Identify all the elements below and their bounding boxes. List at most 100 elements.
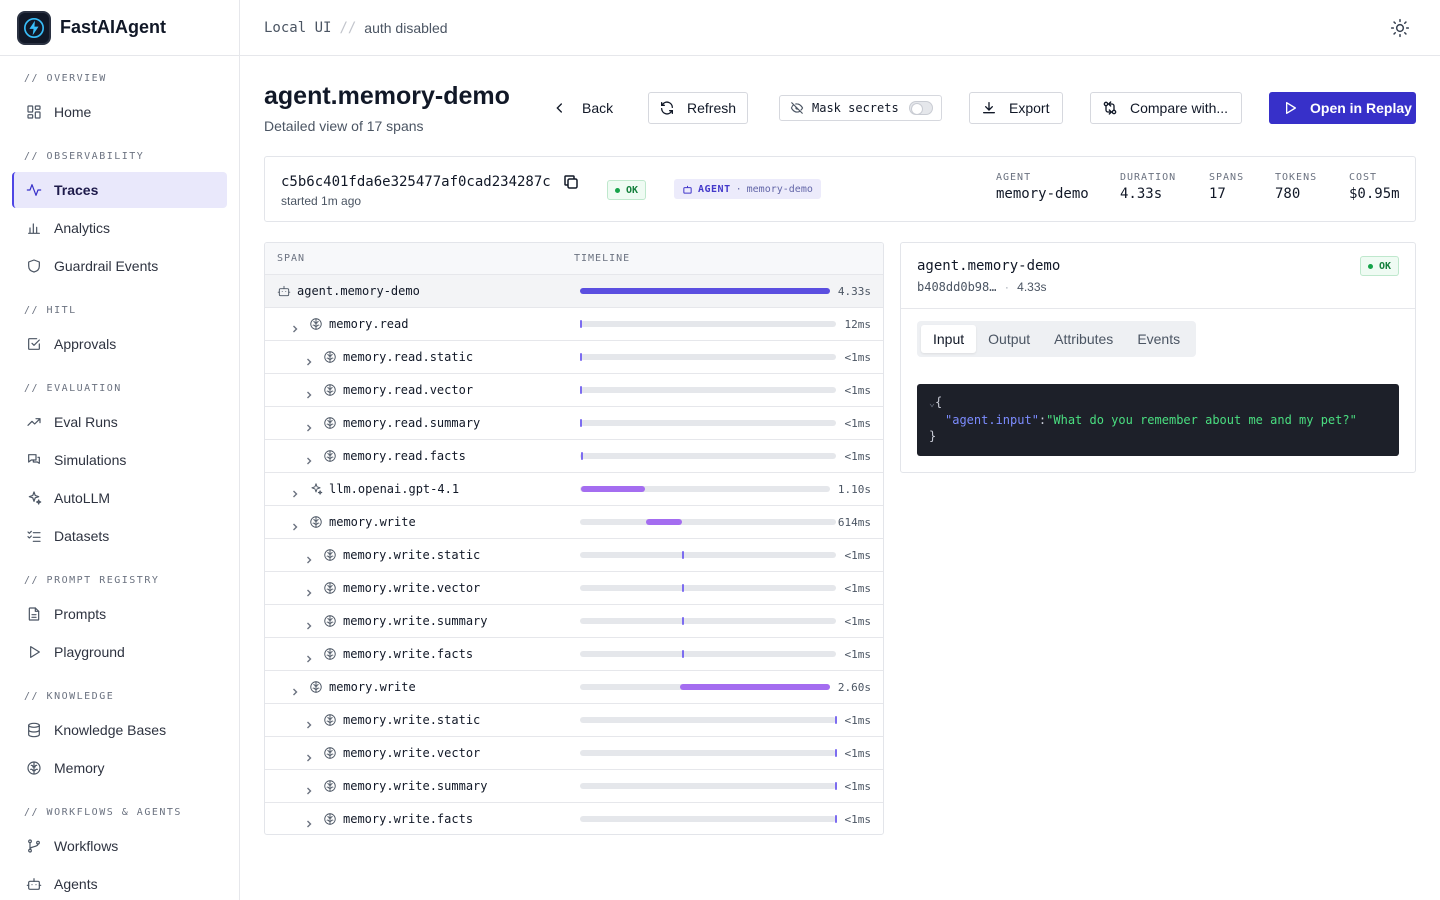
- open-in-replay-button[interactable]: Open in Replay: [1269, 92, 1416, 124]
- chevron-right-icon[interactable]: [305, 716, 313, 729]
- span-row[interactable]: memory.read.summary <1ms: [265, 407, 883, 440]
- export-button[interactable]: Export: [969, 92, 1063, 124]
- input-json-viewer[interactable]: ⌄{ "agent.input":"What do you remember a…: [917, 384, 1399, 456]
- theme-toggle-sun-icon[interactable]: [1390, 18, 1410, 38]
- sidebar-item-memory[interactable]: Memory: [12, 750, 227, 786]
- timeline-track: [580, 650, 836, 658]
- chevron-right-icon[interactable]: [305, 551, 313, 564]
- app-name: FastAIAgent: [60, 17, 167, 37]
- sidebar-item-workflows[interactable]: Workflows: [12, 828, 227, 864]
- brain-icon: [323, 746, 337, 760]
- span-row[interactable]: memory.write.vector <1ms: [265, 737, 883, 770]
- sidebar-item-agents[interactable]: Agents: [12, 866, 227, 900]
- back-button[interactable]: Back: [548, 92, 620, 124]
- sidebar-item-playground[interactable]: Playground: [12, 634, 227, 670]
- meta-value: 4.33s: [1120, 186, 1163, 202]
- chevron-right-icon[interactable]: [291, 485, 299, 498]
- sidebar-item-label: Workflows: [54, 838, 119, 854]
- meta-duration: DURATION 4.33s: [1120, 172, 1176, 202]
- timeline-track: [580, 716, 837, 724]
- timeline-track: [580, 815, 837, 823]
- span-row[interactable]: memory.read 12ms: [265, 308, 883, 341]
- sidebar-item-home[interactable]: Home: [12, 94, 227, 130]
- span-duration: <1ms: [844, 648, 872, 661]
- mask-secrets-switch[interactable]: [908, 101, 933, 115]
- check-square-icon: [26, 336, 54, 352]
- timeline-bar: [580, 386, 582, 394]
- sidebar-item-datasets[interactable]: Datasets: [12, 518, 227, 554]
- breadcrumb-separator: //: [339, 19, 357, 36]
- chevron-right-icon[interactable]: [291, 320, 299, 333]
- chevron-right-icon[interactable]: [291, 683, 299, 696]
- tab-attributes[interactable]: Attributes: [1042, 325, 1125, 353]
- brand[interactable]: FastAIAgent: [0, 0, 239, 56]
- timeline-bar: [646, 519, 682, 525]
- span-row[interactable]: memory.write.static <1ms: [265, 704, 883, 737]
- span-row[interactable]: memory.read.facts <1ms: [265, 440, 883, 473]
- span-row[interactable]: llm.openai.gpt-4.1 1.10s: [265, 473, 883, 506]
- meta-value: memory-demo: [996, 186, 1089, 202]
- chevron-right-icon[interactable]: [305, 782, 313, 795]
- span-row[interactable]: agent.memory-demo 4.33s: [265, 275, 883, 308]
- span-name: memory.write.summary: [343, 614, 488, 628]
- bot-icon: [683, 185, 692, 194]
- span-row[interactable]: memory.write 614ms: [265, 506, 883, 539]
- span-row[interactable]: memory.write 2.60s: [265, 671, 883, 704]
- span-row[interactable]: memory.write.vector <1ms: [265, 572, 883, 605]
- span-name: memory.write.static: [343, 713, 481, 727]
- chevron-right-icon[interactable]: [305, 419, 313, 432]
- span-name: memory.read.static: [343, 350, 474, 364]
- span-tree-header: SPAN TIMELINE: [265, 243, 883, 275]
- tab-events[interactable]: Events: [1125, 325, 1192, 353]
- sidebar-item-knowledge-bases[interactable]: Knowledge Bases: [12, 712, 227, 748]
- span-id: b408dd0b98…: [917, 280, 997, 294]
- sidebar-item-simulations[interactable]: Simulations: [12, 442, 227, 478]
- chevron-right-icon[interactable]: [305, 650, 313, 663]
- span-name: memory.write: [329, 515, 416, 529]
- page-title: agent.memory-demo: [264, 82, 510, 110]
- span-row[interactable]: memory.read.static <1ms: [265, 341, 883, 374]
- span-row[interactable]: memory.read.vector <1ms: [265, 374, 883, 407]
- span-duration: <1ms: [844, 714, 872, 727]
- json-open-brace: {: [935, 395, 943, 409]
- span-detail-title: agent.memory-demo: [917, 258, 1061, 274]
- chevron-right-icon[interactable]: [305, 353, 313, 366]
- compare-button[interactable]: Compare with...: [1090, 92, 1242, 124]
- agent-badge-separator: ·: [735, 183, 742, 195]
- span-row[interactable]: memory.write.facts <1ms: [265, 638, 883, 671]
- sidebar-item-autollm[interactable]: AutoLLM: [12, 480, 227, 516]
- span-detail-separator: ·: [1004, 280, 1009, 294]
- chevron-right-icon[interactable]: [305, 749, 313, 762]
- mask-secrets-toggle[interactable]: Mask secrets: [779, 95, 942, 121]
- tab-output[interactable]: Output: [976, 325, 1042, 353]
- nav-section-heading: // PROMPT REGISTRY: [24, 574, 160, 586]
- copy-icon[interactable]: [562, 173, 580, 191]
- chevron-right-icon[interactable]: [305, 584, 313, 597]
- nav-section-heading: // EVALUATION: [24, 382, 122, 394]
- span-duration: 614ms: [837, 516, 871, 529]
- back-label: Back: [582, 100, 614, 116]
- refresh-button[interactable]: Refresh: [648, 92, 748, 124]
- chevron-right-icon[interactable]: [305, 386, 313, 399]
- chevron-right-icon[interactable]: [305, 452, 313, 465]
- span-row[interactable]: memory.write.summary <1ms: [265, 605, 883, 638]
- chevron-right-icon[interactable]: [305, 815, 313, 828]
- span-row[interactable]: memory.write.summary <1ms: [265, 770, 883, 803]
- span-row[interactable]: memory.write.static <1ms: [265, 539, 883, 572]
- status-dot: [1367, 263, 1373, 269]
- span-name: memory.write.vector: [343, 746, 481, 760]
- sidebar-item-approvals[interactable]: Approvals: [12, 326, 227, 362]
- span-row[interactable]: memory.write.facts <1ms: [265, 803, 883, 834]
- chevron-left-icon: [556, 103, 562, 113]
- tab-input[interactable]: Input: [921, 325, 977, 353]
- sidebar-item-traces[interactable]: Traces: [12, 172, 227, 208]
- timeline-bar: [835, 716, 837, 724]
- sidebar-item-prompts[interactable]: Prompts: [12, 596, 227, 632]
- sidebar-item-eval-runs[interactable]: Eval Runs: [12, 404, 227, 440]
- sidebar-item-guardrail-events[interactable]: Guardrail Events: [12, 248, 227, 284]
- chevron-right-icon[interactable]: [305, 617, 313, 630]
- sidebar-item-analytics[interactable]: Analytics: [12, 210, 227, 246]
- sparkles-icon: [309, 482, 323, 496]
- span-duration: <1ms: [844, 450, 872, 463]
- chevron-right-icon[interactable]: [291, 518, 299, 531]
